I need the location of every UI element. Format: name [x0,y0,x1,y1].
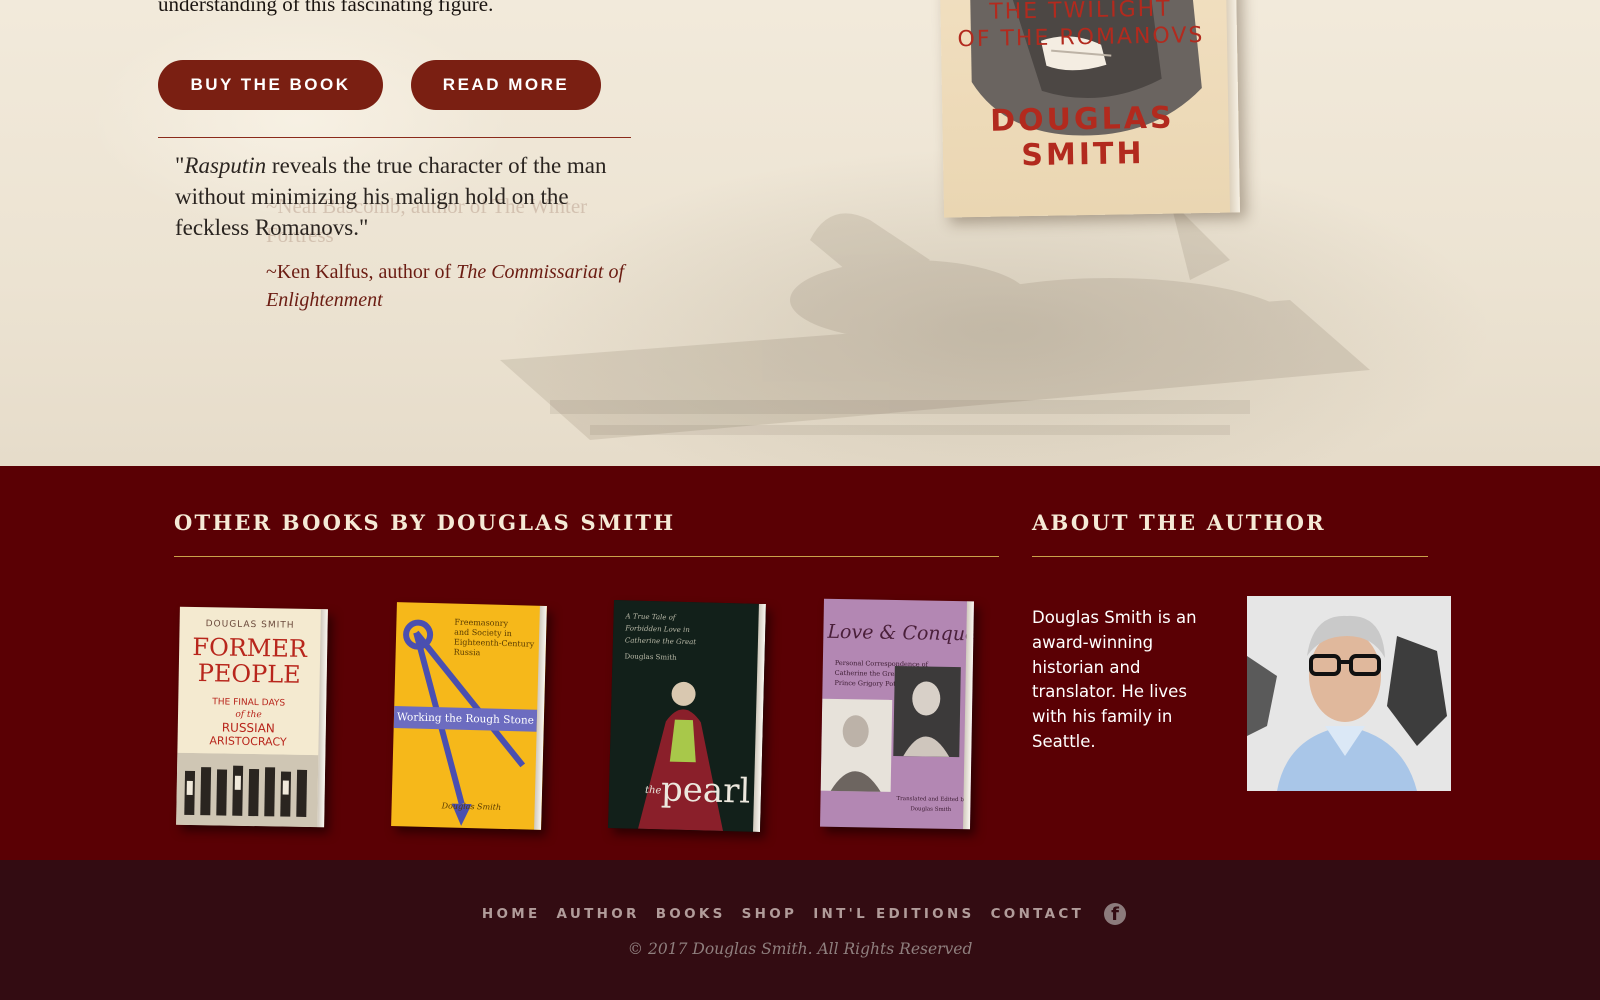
cover-subtitle-line2: OF THE ROMANOVS [957,22,1205,53]
book1-photo [176,752,319,828]
footer-nav-shop[interactable]: SHOP [742,906,798,922]
about-author-divider [1032,556,1428,557]
footer-nav: HOME AUTHOR BOOKS SHOP INT'L EDITIONS CO… [0,903,1600,925]
facebook-icon[interactable]: f [1104,903,1127,925]
book1-title-line2: PEOPLE [197,659,301,689]
book4-edited-line2: Douglas Smith [910,806,952,813]
hero-intro-text: understanding of this fascinating figure… [158,0,494,16]
footer-nav-contact[interactable]: CONTACT [991,906,1085,922]
hero-section: understanding of this fascinating figure… [0,0,1600,466]
book1-subtitle-line4: ARISTOCRACY [209,734,287,749]
book2-author: Douglas Smith [441,801,502,812]
book3-top-line1: A True Tale of [625,612,676,622]
author-bio: Douglas Smith is an award-winning histor… [1032,608,1197,751]
book4-edited-line1: Translated and Edited by [896,796,968,804]
author-photo [1247,596,1451,791]
quote-open-mark: " [175,153,185,178]
copyright-text: © 2017 Douglas Smith. All Rights Reserve… [627,940,973,958]
about-author-heading: ABOUT THE AUTHOR [1032,510,1326,535]
footer-nav-author[interactable]: AUTHOR [557,906,640,922]
author-portrait-illustration [1247,596,1451,791]
book2-top-line2: and Society in [454,627,512,639]
hero-divider [158,137,631,138]
book1-subtitle-line1: THE FINAL DAYS [212,697,286,709]
footer-nav-home[interactable]: HOME [482,906,541,922]
book3-title: pearl [660,769,751,812]
book2-title-band: Working the Rough Stone [393,706,538,732]
quote-attribution: ~Ken Kalfus, author of The Commissariat … [266,258,626,314]
other-books-heading: OTHER BOOKS BY DOUGLAS SMITH [174,510,676,535]
book1-author: DOUGLAS SMITH [205,619,295,631]
books-and-author-section: OTHER BOOKS BY DOUGLAS SMITH ABOUT THE A… [0,466,1600,860]
review-quote: "Rasputin reveals the true character of … [175,150,625,243]
quote-book-title: Rasputin [184,153,267,178]
other-books-divider [174,556,999,557]
book-former-people[interactable]: DOUGLAS SMITH FORMER PEOPLE THE FINAL DA… [176,606,328,828]
site-footer: HOME AUTHOR BOOKS SHOP INT'L EDITIONS CO… [0,860,1600,1000]
attribution-prefix: ~Ken Kalfus, author of [266,261,457,283]
book-working-the-rough-stone[interactable]: Freemasonry and Society in Eighteenth-Ce… [391,602,547,830]
book2-top-line1: Freemasonry [454,617,509,628]
cover-author: DOUGLAS SMITH [989,100,1175,174]
book3-top-line2: Forbidden Love in [625,624,690,635]
book3-top-line4: Douglas Smith [624,652,677,662]
book2-top-line4: Russia [453,647,481,658]
footer-nav-books[interactable]: BOOKS [656,906,726,922]
book4-portraits [820,665,961,792]
book-the-pearl[interactable]: A True Tale of Forbidden Love in Catheri… [608,600,766,832]
book3-title-the: the [644,784,662,797]
footer-nav-intl-editions[interactable]: INT'L EDITIONS [813,906,974,922]
facebook-glyph: f [1111,904,1119,925]
book-love-and-conquest[interactable]: Love & Conquest Personal Correspondence … [820,598,974,830]
read-more-button[interactable]: READ MORE [411,60,601,110]
book4-title: Love & Conquest [827,620,974,646]
rasputin-book-cover[interactable]: THE TWILIGHT OF THE ROMANOVS DOUGLAS SMI… [939,0,1241,218]
buy-the-book-button[interactable]: BUY THE BOOK [158,60,383,110]
